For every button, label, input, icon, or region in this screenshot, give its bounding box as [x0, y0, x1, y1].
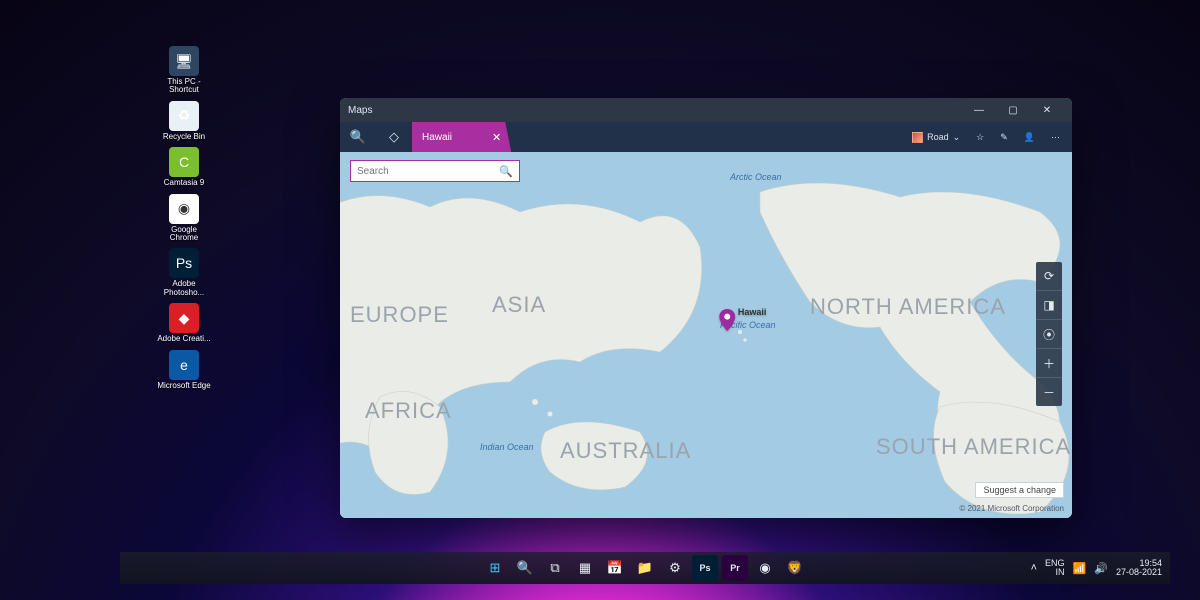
- tilt-icon[interactable]: ◨: [1036, 291, 1062, 319]
- search-input[interactable]: [357, 166, 499, 177]
- continent-label: AFRICA: [365, 398, 452, 424]
- ink-icon[interactable]: ✎: [994, 126, 1014, 148]
- taskbar-task-view[interactable]: ⧉: [542, 555, 568, 581]
- chevron-down-icon: ⌄: [953, 132, 961, 143]
- camtasia-icon: C: [169, 147, 199, 177]
- taskbar-search[interactable]: 🔍: [512, 555, 538, 581]
- language-indicator[interactable]: ENGIN: [1045, 559, 1065, 578]
- app-toolbar: 🔍 ◇ Hawaii ✕ Road ⌄ ☆ ✎ 👤 ⋯: [340, 122, 1072, 152]
- icon-label: Microsoft Edge: [157, 382, 210, 390]
- search-icon[interactable]: 🔍: [340, 122, 376, 152]
- chrome-icon: ◉: [169, 194, 199, 224]
- continent-label: SOUTH AMERICA: [876, 434, 1071, 460]
- icon-label: This PC - Shortcut: [157, 78, 211, 95]
- favorites-icon[interactable]: ☆: [970, 126, 990, 148]
- taskbar: ⊞🔍⧉▦📅📁⚙PsPr◉🦁 ˄ ENGIN 📶 🔊 19:5427-08-202…: [120, 552, 1170, 584]
- zoom-out-button[interactable]: －: [1036, 378, 1062, 406]
- ocean-label: Indian Ocean: [480, 442, 534, 452]
- volume-icon[interactable]: 🔊: [1094, 562, 1108, 575]
- desktop-wallpaper: 🖥 This PC - Shortcut ♻ Recycle Bin C Camtasia…: [0, 0, 1200, 600]
- edge-icon: e: [169, 350, 199, 380]
- pin-label: Hawaii: [738, 307, 767, 317]
- continent-label: ASIA: [492, 292, 546, 318]
- maps-window: Maps — ▢ ✕ 🔍 ◇ Hawaii ✕ Road ⌄ ☆ ✎: [340, 98, 1072, 518]
- icon-label: Recycle Bin: [163, 133, 205, 141]
- continent-label: NORTH AMERICA: [810, 294, 1006, 320]
- more-icon[interactable]: ⋯: [1045, 126, 1066, 148]
- system-tray: ˄ ENGIN 📶 🔊 19:5427-08-2021: [1031, 559, 1162, 578]
- taskbar-calendar[interactable]: 📅: [602, 555, 628, 581]
- clock[interactable]: 19:5427-08-2021: [1116, 559, 1162, 578]
- map-controls: ⟳ ◨ ⦿ ＋ －: [1036, 262, 1062, 406]
- tray-chevron-icon[interactable]: ˄: [1031, 562, 1037, 574]
- tab-close-icon[interactable]: ✕: [492, 131, 501, 144]
- ocean-label: Arctic Ocean: [730, 172, 782, 182]
- icon-label: Adobe Photosho...: [157, 280, 211, 297]
- continent-label: AUSTRALIA: [560, 438, 691, 464]
- taskbar-widgets[interactable]: ▦: [572, 555, 598, 581]
- desktop-icon-camtasia[interactable]: C Camtasia 9: [156, 147, 212, 187]
- world-map: [340, 152, 1072, 518]
- desktop-icon-this-pc[interactable]: 🖥 This PC - Shortcut: [156, 46, 212, 95]
- locate-icon[interactable]: ⦿: [1036, 320, 1062, 348]
- desktop-icon-creative-cloud[interactable]: ◆ Adobe Creati...: [156, 303, 212, 343]
- wifi-icon[interactable]: 📶: [1073, 562, 1087, 575]
- account-icon[interactable]: 👤: [1018, 126, 1041, 148]
- zoom-in-button[interactable]: ＋: [1036, 349, 1062, 377]
- layers-icon: [912, 132, 923, 143]
- taskbar-brave[interactable]: 🦁: [782, 555, 808, 581]
- maximize-button[interactable]: ▢: [996, 98, 1030, 122]
- map-style-dropdown[interactable]: Road ⌄: [906, 126, 966, 148]
- desktop-icon-chrome[interactable]: ◉ Google Chrome: [156, 194, 212, 243]
- map-pin-hawaii[interactable]: Hawaii: [719, 309, 767, 331]
- search-icon[interactable]: 🔍: [499, 165, 513, 178]
- map-search-bar[interactable]: 🔍: [350, 160, 520, 182]
- icon-label: Camtasia 9: [164, 179, 204, 187]
- map-copyright: © 2021 Microsoft Corporation: [959, 504, 1064, 513]
- close-button[interactable]: ✕: [1030, 98, 1064, 122]
- tab-label: Hawaii: [422, 132, 452, 143]
- continent-label: EUROPE: [350, 302, 449, 328]
- taskbar-photoshop[interactable]: Ps: [692, 555, 718, 581]
- creative-cloud-icon: ◆: [169, 303, 199, 333]
- desktop-icon-edge[interactable]: e Microsoft Edge: [156, 350, 212, 390]
- suggest-change-button[interactable]: Suggest a change: [975, 482, 1064, 498]
- taskbar-chrome[interactable]: ◉: [752, 555, 778, 581]
- this-pc-icon: 🖥: [169, 46, 199, 76]
- map-canvas[interactable]: EUROPE ASIA NORTH AMERICA AFRICA AUSTRALIA SO…: [340, 152, 1072, 518]
- icon-label: Adobe Creati...: [157, 335, 210, 343]
- rotate-icon[interactable]: ⟳: [1036, 262, 1062, 290]
- recycle-bin-icon: ♻: [169, 101, 199, 131]
- minimize-button[interactable]: —: [962, 98, 996, 122]
- taskbar-explorer[interactable]: 📁: [632, 555, 658, 581]
- tab-hawaii[interactable]: Hawaii ✕: [412, 122, 511, 152]
- desktop-icon-recycle-bin[interactable]: ♻ Recycle Bin: [156, 101, 212, 141]
- title-bar[interactable]: Maps — ▢ ✕: [340, 98, 1072, 122]
- photoshop-icon: Ps: [169, 248, 199, 278]
- window-title: Maps: [348, 105, 372, 116]
- taskbar-premiere[interactable]: Pr: [722, 555, 748, 581]
- taskbar-settings[interactable]: ⚙: [662, 555, 688, 581]
- icon-label: Google Chrome: [157, 226, 211, 243]
- desktop-icon-photoshop[interactable]: Ps Adobe Photosho...: [156, 248, 212, 297]
- taskbar-start[interactable]: ⊞: [482, 555, 508, 581]
- directions-icon[interactable]: ◇: [376, 122, 412, 152]
